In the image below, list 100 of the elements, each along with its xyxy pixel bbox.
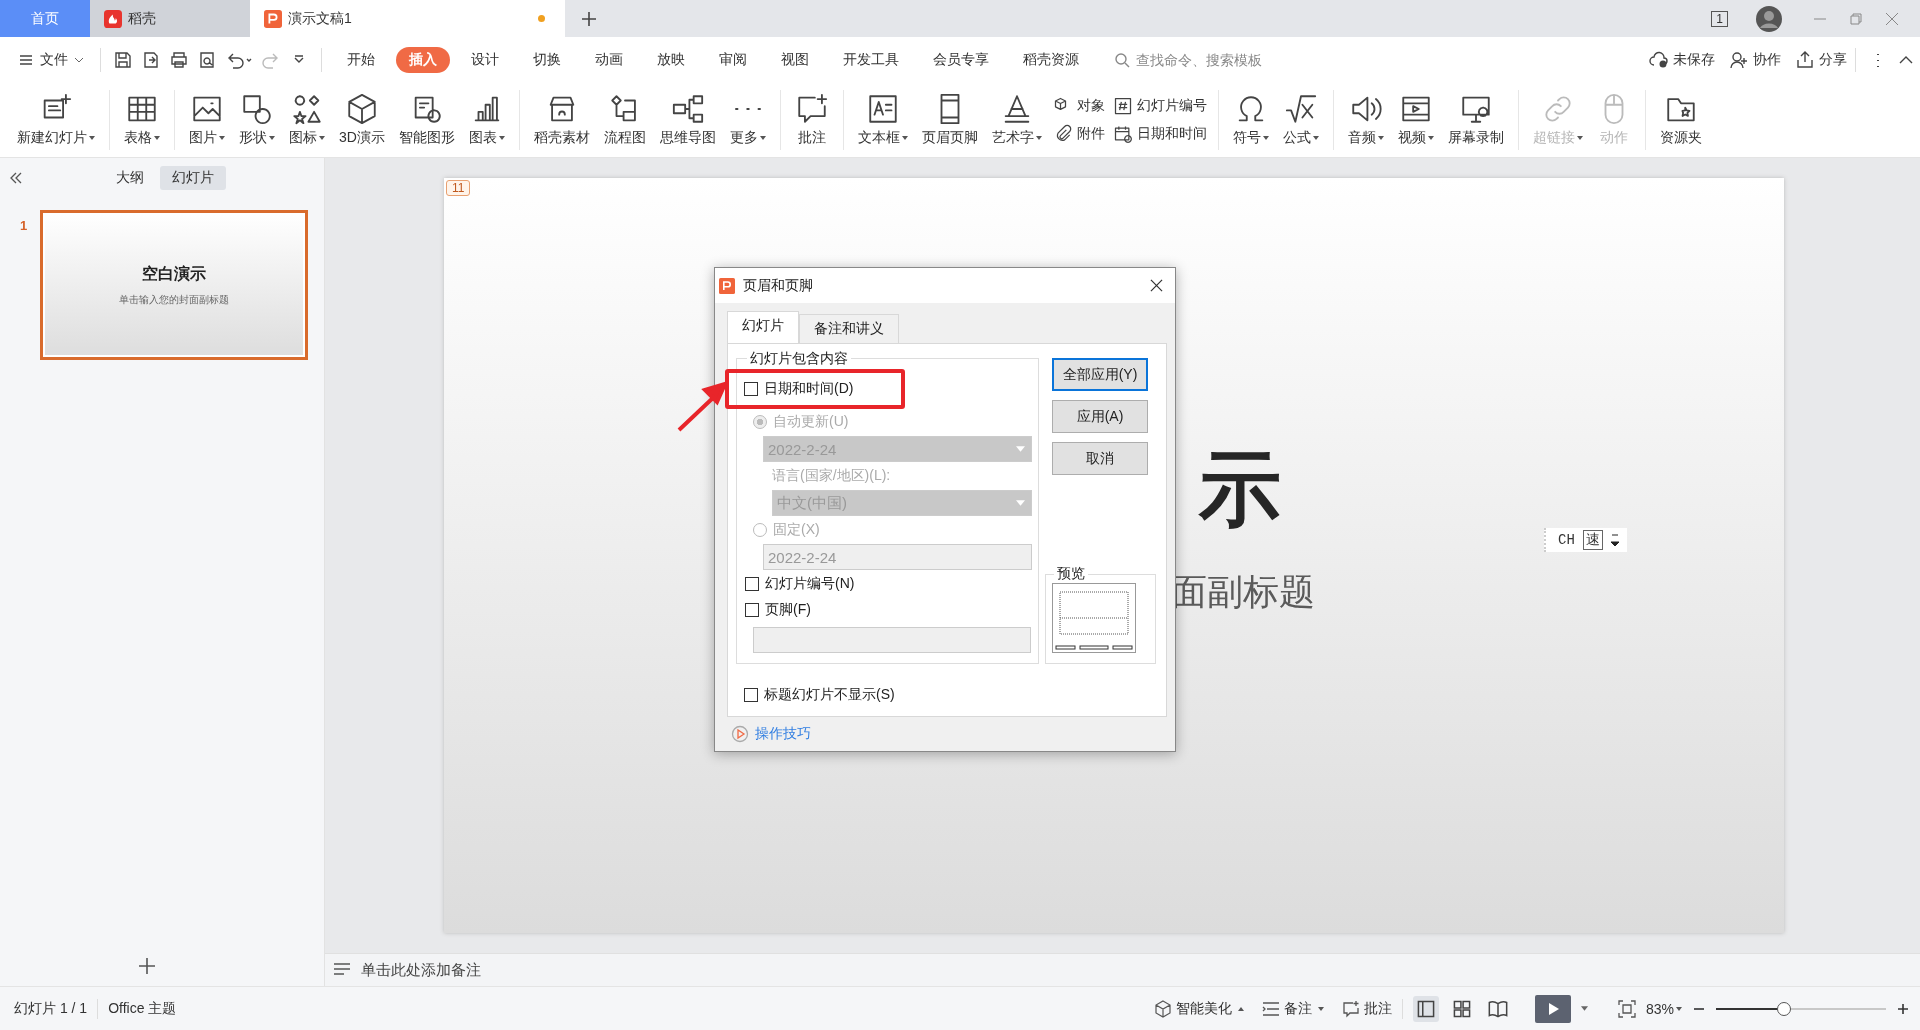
- print-preview-icon[interactable]: [197, 49, 217, 70]
- table-button[interactable]: 表格: [117, 92, 167, 147]
- slider-thumb[interactable]: [1777, 1001, 1791, 1016]
- cube-button[interactable]: 3D演示: [332, 92, 392, 147]
- caret-icon: [1676, 1006, 1682, 1011]
- close-icon[interactable]: [1150, 279, 1163, 292]
- new-slide-button[interactable]: 新建幻灯片: [10, 92, 102, 147]
- store-button[interactable]: 稻壳素材: [526, 92, 597, 147]
- formula-button[interactable]: 公式: [1275, 92, 1326, 147]
- zoom-in-icon[interactable]: [1896, 1001, 1910, 1016]
- notes-bar[interactable]: 单击此处添加备注: [325, 953, 1920, 986]
- hash-button[interactable]: 幻灯片编号: [1112, 95, 1207, 116]
- icons-button[interactable]: 图标: [282, 92, 332, 147]
- beautify-button[interactable]: 智能美化: [1153, 999, 1244, 1018]
- calendar-button[interactable]: 日期和时间: [1112, 123, 1207, 144]
- ribbon-tab[interactable]: 视图: [768, 46, 822, 73]
- date-time-checkbox[interactable]: 日期和时间(D): [744, 376, 854, 402]
- footer-checkbox[interactable]: 页脚(F): [745, 597, 811, 623]
- save-status-button[interactable]: 未保存: [1649, 49, 1715, 70]
- caret-icon[interactable]: [1580, 1006, 1588, 1011]
- folder-button[interactable]: 资源夹: [1652, 92, 1709, 147]
- omega-button[interactable]: 符号: [1225, 92, 1276, 147]
- file-menu[interactable]: 文件: [18, 50, 84, 69]
- export-icon[interactable]: [141, 49, 161, 70]
- collapse-panel-icon[interactable]: [8, 170, 24, 186]
- preview-label: 预览: [1054, 565, 1088, 583]
- normal-view-icon[interactable]: [1412, 995, 1439, 1022]
- search-field[interactable]: 查找命令、搜索模板: [1114, 50, 1318, 69]
- object-button[interactable]: 对象: [1052, 95, 1105, 116]
- attachment-button[interactable]: 附件: [1052, 123, 1105, 144]
- comments-button[interactable]: 批注: [1341, 999, 1392, 1018]
- ime-key[interactable]: 速: [1582, 530, 1603, 550]
- ribbon-tab[interactable]: 动画: [582, 46, 636, 73]
- ribbon-tab[interactable]: 审阅: [706, 46, 760, 73]
- add-slide-icon[interactable]: [137, 956, 157, 976]
- caret-icon: [1237, 1006, 1244, 1011]
- slide-number: 1: [20, 218, 29, 233]
- notes-icon: [1261, 999, 1280, 1018]
- caret-icon: [1317, 1006, 1324, 1011]
- zoom-dropdown[interactable]: 83%: [1645, 1000, 1682, 1017]
- search-icon: [1114, 51, 1130, 68]
- caret-icon: [1016, 500, 1025, 506]
- collaborate-button[interactable]: 协作: [1729, 49, 1781, 70]
- flame-logo-icon: [104, 9, 122, 28]
- notes-placeholder: 单击此处添加备注: [361, 960, 481, 980]
- options-icon[interactable]: [1610, 533, 1619, 547]
- speaker-button[interactable]: 音频: [1340, 92, 1391, 147]
- screen-record-button[interactable]: 屏幕录制: [1440, 92, 1511, 147]
- notes-button[interactable]: 备注: [1261, 999, 1324, 1018]
- slide-badge: 11: [446, 180, 471, 196]
- more-button[interactable]: 更多: [722, 92, 773, 147]
- window-count-icon[interactable]: 1: [1711, 10, 1728, 27]
- add-user-icon: [1729, 49, 1749, 70]
- formula-icon: [1283, 92, 1318, 126]
- share-button[interactable]: 分享: [1795, 49, 1847, 70]
- text-box-button[interactable]: 文本框: [850, 92, 915, 147]
- new-tab-icon[interactable]: [581, 10, 597, 27]
- theme-name[interactable]: Office 主题: [108, 999, 177, 1018]
- language-label: 语言(国家/地区)(L):: [772, 466, 891, 485]
- word-art-button[interactable]: 艺术字: [984, 92, 1049, 147]
- slide-number-checkbox[interactable]: 幻灯片编号(N): [745, 571, 855, 597]
- ime-mode[interactable]: CH: [1558, 532, 1575, 548]
- slide-thumbnail[interactable]: 空白演示 单击输入您的封面副标题: [40, 210, 308, 360]
- ribbon-tab[interactable]: 放映: [644, 46, 698, 73]
- docer-tab[interactable]: 稻壳: [90, 0, 250, 37]
- print-icon[interactable]: [169, 49, 189, 70]
- apply-all-button[interactable]: 全部应用(Y): [1052, 358, 1148, 391]
- diagram-button[interactable]: 智能图形: [391, 92, 462, 147]
- group-label: 幻灯片包含内容: [747, 350, 851, 366]
- play-circle-icon: [731, 725, 749, 743]
- cancel-button[interactable]: 取消: [1052, 442, 1148, 475]
- tab-label: 演示文稿1: [288, 9, 352, 28]
- panel-tab[interactable]: 大纲: [104, 166, 156, 190]
- ribbon-tab[interactable]: 切换: [520, 46, 574, 73]
- header-footer-button[interactable]: 页眉页脚: [914, 92, 985, 147]
- ribbon-tab[interactable]: 开始: [334, 46, 388, 73]
- image-button[interactable]: 图片: [182, 92, 232, 147]
- apply-button[interactable]: 应用(A): [1052, 400, 1148, 433]
- comment-button[interactable]: 批注: [787, 92, 836, 147]
- video-button[interactable]: 视频: [1390, 92, 1441, 147]
- flowchart-button[interactable]: 流程图: [596, 92, 653, 147]
- mind-map-button[interactable]: 思维导图: [652, 92, 723, 147]
- ribbon-tab[interactable]: 开发工具: [830, 46, 912, 73]
- bar-chart-button[interactable]: 图表: [461, 92, 512, 147]
- document-tab[interactable]: 演示文稿1: [250, 0, 565, 37]
- dialog-tab[interactable]: 幻灯片: [727, 311, 799, 343]
- avatar-icon[interactable]: [1756, 5, 1782, 32]
- fit-window-icon[interactable]: [1617, 999, 1636, 1018]
- tips-link[interactable]: 操作技巧: [755, 725, 811, 743]
- notes-icon: [333, 962, 351, 978]
- shapes-button[interactable]: 形状: [232, 92, 282, 147]
- panel-tab[interactable]: 幻灯片: [160, 166, 226, 190]
- ribbon-tab[interactable]: 设计: [458, 46, 512, 73]
- comment-icon: [1341, 999, 1360, 1018]
- ribbon-tab[interactable]: 稻壳资源: [1010, 46, 1092, 73]
- hide-on-title-checkbox[interactable]: 标题幻灯片不显示(S): [744, 682, 895, 708]
- save-icon[interactable]: [113, 49, 133, 70]
- play-button[interactable]: [1534, 994, 1571, 1023]
- ribbon-tab[interactable]: 会员专享: [920, 46, 1002, 73]
- dialog-tab[interactable]: 备注和讲义: [799, 314, 899, 343]
